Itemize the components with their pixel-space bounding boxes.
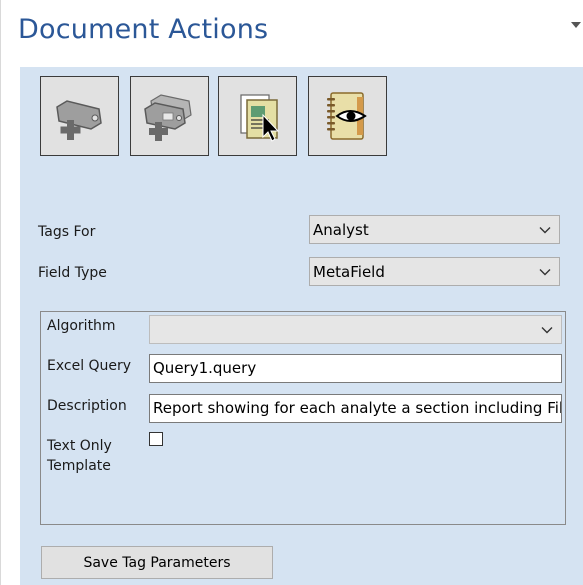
field-type-dropdown[interactable]: MetaField [309,257,560,286]
text-only-template-checkbox[interactable] [149,432,163,446]
add-multiple-tags-button[interactable] [130,76,209,156]
text-only-label-line1: Text Only [47,438,112,454]
text-only-template-label: Text Only Template [47,438,112,474]
description-input[interactable]: Report showing for each analyte a sectio… [149,394,562,423]
chevron-down-icon [539,269,551,276]
save-tag-parameters-button[interactable]: Save Tag Parameters [41,546,273,579]
excel-query-input[interactable]: Query1.query [149,354,562,383]
algorithm-dropdown[interactable] [149,315,562,344]
collapse-arrow-icon[interactable] [571,22,581,28]
tag-parameters-group: Algorithm Excel Query Query1.query Descr… [40,311,566,525]
chevron-down-icon [541,327,553,334]
chevron-down-icon [539,227,551,234]
view-notebook-icon [326,92,367,140]
pane-border [0,0,1,585]
tags-for-label: Tags For [38,224,96,240]
page-title: Document Actions [18,14,269,45]
view-notebook-button[interactable] [308,76,387,156]
excel-query-label: Excel Query [47,358,132,374]
document-actions-panel: Tags For Analyst Field Type MetaField Al… [20,67,583,585]
add-tag-icon [55,100,102,140]
text-only-label-line2: Template [47,458,111,474]
add-tag-button[interactable] [40,76,119,156]
select-document-icon [239,94,279,142]
description-label: Description [47,398,127,414]
add-multiple-tags-icon [143,94,192,141]
select-document-button[interactable] [218,76,297,156]
tags-for-dropdown[interactable]: Analyst [309,215,560,244]
algorithm-label: Algorithm [47,318,116,334]
tags-for-value: Analyst [313,221,369,239]
field-type-value: MetaField [313,263,385,281]
field-type-label: Field Type [38,265,107,281]
